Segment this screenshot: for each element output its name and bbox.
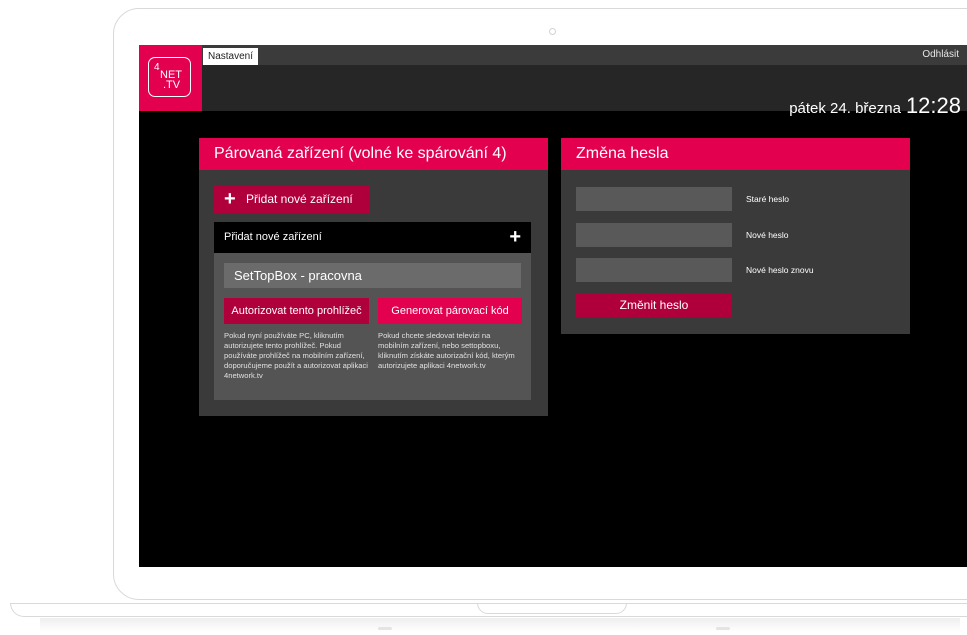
new-password-again-field[interactable] — [576, 258, 732, 282]
logo[interactable]: 4 NET .TV — [139, 45, 202, 111]
date-time: pátek 24. března 12:28 — [789, 93, 961, 119]
laptop-shadow — [40, 618, 960, 632]
generate-pairing-code-button[interactable]: Generovat párovací kód — [378, 298, 522, 324]
paired-devices-title: Párovaná zařízení (volné ke spárování 4) — [199, 138, 548, 170]
logo-text-tv: .TV — [163, 79, 181, 91]
laptop-foot — [378, 627, 392, 630]
plus-icon[interactable]: + — [509, 222, 521, 253]
add-device-section-header: Přidat nové zařízení + — [214, 222, 531, 253]
add-device-form: Autorizovat tento prohlížeč Generovat pá… — [214, 253, 531, 400]
current-time: 12:28 — [905, 93, 961, 118]
add-device-section-label: Přidat nové zařízení — [224, 231, 322, 243]
tab-settings[interactable]: Nastavení — [203, 48, 259, 65]
plus-icon: + — [224, 188, 236, 210]
laptop-foot — [716, 627, 730, 630]
logo-mark: 4 NET .TV — [148, 57, 191, 97]
laptop-camera — [549, 28, 556, 35]
paired-devices-panel: Párovaná zařízení (volné ke spárování 4)… — [199, 138, 548, 416]
new-password-again-label: Nové heslo znovu — [746, 265, 814, 275]
logo-text-4: 4 — [154, 62, 160, 73]
current-date: pátek 24. března — [789, 100, 901, 117]
authorize-help-text: Pokud nyní používáte PC, kliknutím autor… — [224, 331, 368, 380]
logout-link[interactable]: Odhlásit — [922, 49, 959, 61]
device-name-input[interactable] — [224, 263, 521, 288]
password-change-panel: Změna hesla Staré heslo Nové heslo Nové … — [561, 138, 910, 334]
new-password-field[interactable] — [576, 223, 732, 247]
change-password-button[interactable]: Změnit heslo — [576, 293, 732, 317]
top-bar: Nastavení Odhlásit — [139, 45, 967, 65]
new-password-label: Nové heslo — [746, 230, 789, 240]
header-bar: pátek 24. března 12:28 — [139, 65, 967, 118]
authorize-browser-button[interactable]: Autorizovat tento prohlížeč — [224, 298, 369, 324]
add-device-button[interactable]: + Přidat nové zařízení — [214, 186, 369, 213]
laptop-notch — [477, 603, 627, 614]
old-password-label: Staré heslo — [746, 194, 789, 204]
password-change-title: Změna hesla — [561, 138, 910, 170]
generate-help-text: Pokud chcete sledovat televizi na mobiln… — [378, 331, 515, 370]
old-password-field[interactable] — [576, 187, 732, 211]
add-device-button-label: Přidat nové zařízení — [246, 192, 353, 206]
app-screen: Nastavení Odhlásit pátek 24. března 12:28… — [139, 45, 967, 567]
